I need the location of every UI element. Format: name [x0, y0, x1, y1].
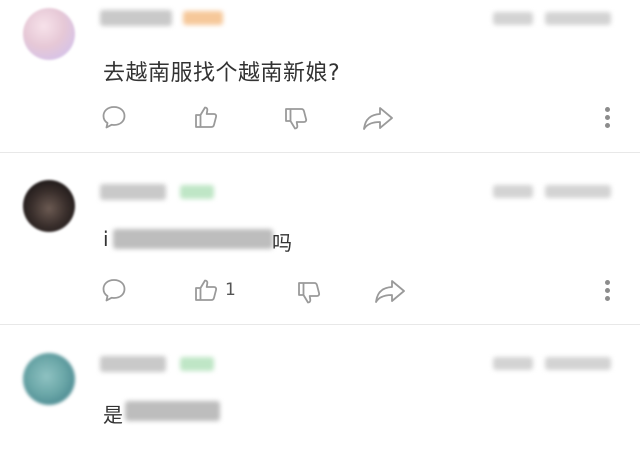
share-button[interactable] — [362, 104, 394, 132]
comment-icon — [102, 106, 126, 129]
comment-text-fragment: 吗 — [272, 231, 292, 255]
comment-item: 是 — [0, 325, 640, 455]
username-redacted[interactable] — [100, 356, 166, 372]
more-vertical-icon[interactable] — [605, 107, 611, 131]
timestamp-redacted — [493, 185, 533, 198]
thumbs-down-icon — [298, 282, 321, 304]
comment-text-redacted — [125, 401, 220, 421]
like-button[interactable]: 1 — [193, 277, 236, 303]
user-badge-redacted — [183, 11, 223, 25]
like-button[interactable] — [193, 104, 219, 130]
avatar[interactable] — [23, 353, 75, 405]
reply-button[interactable] — [101, 277, 127, 303]
user-badge-redacted — [180, 185, 214, 199]
dislike-button[interactable] — [283, 106, 309, 132]
timestamp-redacted — [493, 12, 533, 25]
timestamp-redacted — [493, 357, 533, 370]
timestamp-redacted — [545, 185, 611, 198]
dislike-button[interactable] — [296, 280, 322, 306]
reply-button[interactable] — [101, 104, 127, 130]
timestamp-redacted — [545, 357, 611, 370]
comment-icon — [102, 279, 126, 302]
thumbs-up-icon — [195, 279, 218, 301]
username-redacted[interactable] — [100, 184, 166, 200]
avatar[interactable] — [23, 8, 75, 60]
comment-text-redacted — [113, 229, 273, 249]
comment-text: 去越南服找个越南新娘? — [103, 61, 341, 86]
like-count: 1 — [225, 280, 236, 300]
comment-item: 去越南服找个越南新娘? — [0, 0, 640, 150]
thumbs-up-icon — [195, 106, 218, 128]
share-icon — [363, 107, 393, 130]
thumbs-down-icon — [285, 108, 308, 130]
share-icon — [375, 280, 405, 303]
comment-item: i 吗 1 — [0, 153, 640, 323]
avatar[interactable] — [23, 180, 75, 232]
user-badge-redacted — [180, 357, 214, 371]
more-vertical-icon[interactable] — [605, 280, 611, 304]
timestamp-redacted — [545, 12, 611, 25]
comment-text-fragment: i — [103, 227, 109, 251]
share-button[interactable] — [374, 277, 406, 305]
username-redacted[interactable] — [100, 10, 172, 26]
comment-text-fragment: 是 — [103, 403, 123, 427]
